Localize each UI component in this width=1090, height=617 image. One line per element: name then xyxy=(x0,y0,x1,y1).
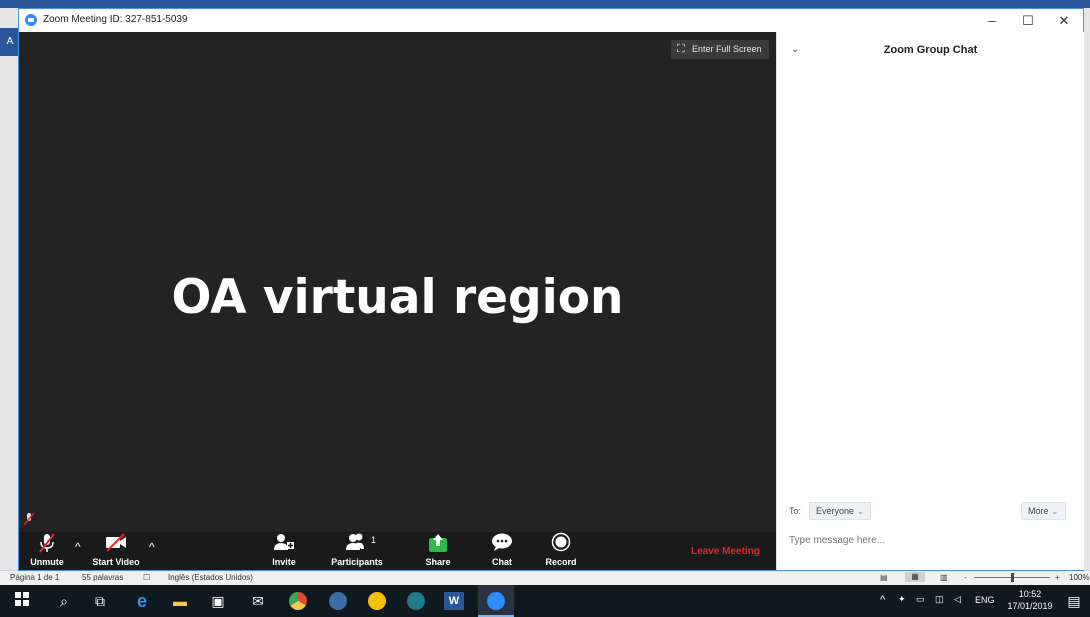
zoom-in-button[interactable]: + xyxy=(1055,573,1060,582)
network-icon[interactable]: ◫ xyxy=(935,594,944,605)
search-icon[interactable]: ⌕ xyxy=(54,591,74,611)
store-icon[interactable]: ▣ xyxy=(208,591,228,611)
participants-icon xyxy=(327,532,387,556)
video-options-caret-icon[interactable]: ^ xyxy=(149,540,155,554)
background-app-left-edge xyxy=(0,8,20,570)
background-app-tab: A xyxy=(0,28,20,56)
more-label: More xyxy=(1028,506,1049,516)
recipient-select[interactable]: Everyone ⌄ xyxy=(809,502,872,520)
taskbar-clock[interactable]: 10:52 17/01/2019 xyxy=(1004,588,1056,612)
mail-icon[interactable]: ✉ xyxy=(248,591,268,611)
web-layout-icon[interactable]: ▥ xyxy=(940,573,948,582)
record-label: Record xyxy=(545,557,577,567)
participants-button[interactable]: Participants xyxy=(327,532,387,570)
window-title: Zoom Meeting ID: 327-851-5039 xyxy=(43,14,188,25)
chevron-down-icon: ⌄ xyxy=(1051,506,1059,516)
fullscreen-label: Enter Full Screen xyxy=(692,44,762,54)
chevron-down-icon: ⌄ xyxy=(856,506,865,516)
zoom-out-button[interactable]: - xyxy=(964,573,967,582)
minimize-button[interactable]: – xyxy=(977,11,1007,31)
app-icon-1[interactable] xyxy=(329,592,347,610)
more-button[interactable]: More ⌄ xyxy=(1021,502,1066,520)
leave-meeting-button[interactable]: Leave Meeting xyxy=(691,546,760,557)
show-hidden-icons-icon[interactable]: ^ xyxy=(880,594,885,606)
video-area[interactable]: ⛶ Enter Full Screen OA virtual region Un… xyxy=(19,32,776,570)
clock-time: 10:52 xyxy=(1018,589,1042,599)
background-app-right-edge xyxy=(1084,8,1090,570)
app-icon-3[interactable] xyxy=(407,592,425,610)
share-screen-icon xyxy=(419,532,457,556)
page-count[interactable]: Página 1 de 1 xyxy=(10,573,59,582)
zoom-taskbar-button[interactable] xyxy=(478,585,514,617)
task-view-icon[interactable]: ⧉ xyxy=(90,591,110,611)
chat-button[interactable]: Chat xyxy=(485,532,519,570)
invite-label: Invite xyxy=(272,557,296,567)
background-app-titlebar xyxy=(0,0,1090,8)
unmute-button[interactable]: Unmute xyxy=(23,532,71,570)
message-input[interactable] xyxy=(787,524,1076,556)
video-off-icon xyxy=(89,532,143,556)
language-status[interactable]: Inglês (Estados Unidos) xyxy=(168,573,253,582)
chat-label: Chat xyxy=(492,557,512,567)
word-count[interactable]: 55 palavras xyxy=(82,573,123,582)
fullscreen-icon: ⛶ xyxy=(677,43,685,55)
invite-icon xyxy=(263,532,305,556)
chat-bubble-icon xyxy=(485,532,519,556)
audio-options-caret-icon[interactable]: ^ xyxy=(75,540,81,554)
close-button[interactable]: ✕ xyxy=(1049,11,1079,31)
zoom-app-icon xyxy=(487,592,505,610)
meeting-toolbar: Unmute ^ Start Video ^ Invite Participan… xyxy=(19,532,776,570)
chat-title: Zoom Group Chat xyxy=(883,44,978,56)
share-label: Share xyxy=(425,557,451,567)
to-label: To: xyxy=(789,506,802,516)
read-mode-icon[interactable]: ▤ xyxy=(880,573,888,582)
notifications-icon[interactable]: ▤ xyxy=(1064,591,1084,611)
edge-browser-icon[interactable]: e xyxy=(132,591,152,611)
file-explorer-icon[interactable]: ▬ xyxy=(170,591,190,611)
unmute-label: Unmute xyxy=(30,557,64,567)
battery-icon[interactable]: ▭ xyxy=(916,594,925,605)
start-video-label: Start Video xyxy=(92,557,140,567)
windows-start-icon[interactable] xyxy=(12,591,32,611)
record-button[interactable]: Record xyxy=(541,532,581,570)
zoom-slider-thumb[interactable] xyxy=(1011,573,1014,582)
app-icon-2[interactable] xyxy=(368,592,386,610)
muted-microphone-icon xyxy=(23,532,71,556)
input-language[interactable]: ENG xyxy=(975,595,995,605)
start-video-button[interactable]: Start Video xyxy=(89,532,143,570)
chrome-icon[interactable] xyxy=(289,592,307,610)
proofing-icon[interactable]: ☐ xyxy=(143,573,150,582)
participants-label: Participants xyxy=(331,557,383,567)
zoom-meeting-window: Zoom Meeting ID: 327-851-5039 – ☐ ✕ ⛶ En… xyxy=(18,8,1084,571)
share-button[interactable]: Share xyxy=(419,532,457,570)
zoom-logo-icon xyxy=(25,14,37,26)
participant-name: OA virtual region xyxy=(171,270,624,325)
volume-icon[interactable]: ◁ xyxy=(954,594,961,605)
enter-full-screen-button[interactable]: ⛶ Enter Full Screen xyxy=(671,40,769,59)
record-icon xyxy=(541,532,581,556)
dropbox-icon[interactable]: ✦ xyxy=(898,594,906,605)
clock-date: 17/01/2019 xyxy=(1007,601,1053,611)
maximize-button[interactable]: ☐ xyxy=(1013,11,1043,31)
group-chat-panel: ⌄ Zoom Group Chat To: Everyone ⌄ More ⌄ xyxy=(776,32,1084,570)
zoom-level[interactable]: 100% xyxy=(1069,573,1089,582)
word-app-icon[interactable]: W xyxy=(444,592,464,610)
print-layout-icon[interactable]: ▦ xyxy=(905,572,925,582)
windows-taskbar: ⌕ ⧉ e ▬ ▣ ✉ W ^ ✦ ▭ ◫ ◁ ENG 10:52 17/01/… xyxy=(0,585,1090,617)
muted-mic-icon xyxy=(23,512,35,526)
recipient-value: Everyone xyxy=(816,506,855,516)
window-titlebar: Zoom Meeting ID: 327-851-5039 – ☐ ✕ xyxy=(19,9,1083,32)
word-status-bar: Página 1 de 1 55 palavras ☐ Inglês (Esta… xyxy=(0,571,1090,585)
participants-count: 1 xyxy=(371,535,377,545)
invite-button[interactable]: Invite xyxy=(263,532,305,570)
